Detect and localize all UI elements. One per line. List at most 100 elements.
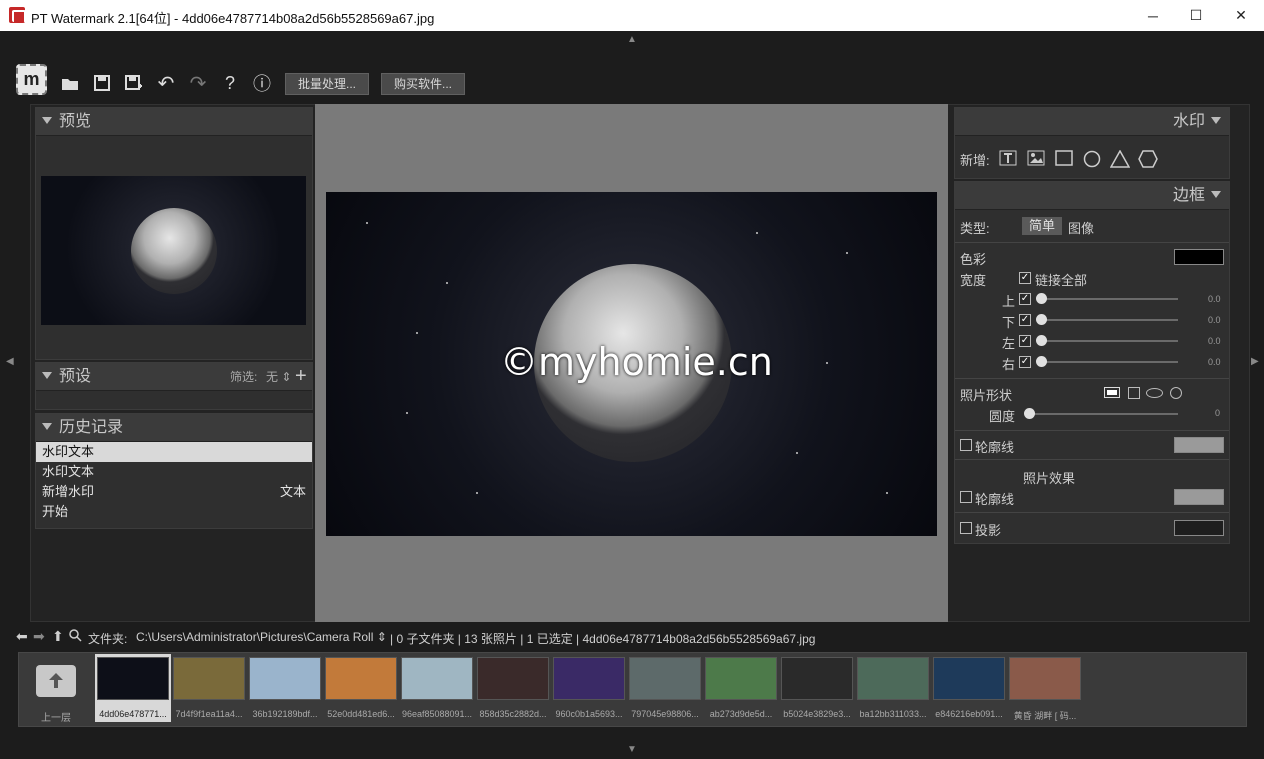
photo-thumbnail[interactable]: [629, 657, 701, 700]
border-type-label: 类型:: [960, 221, 990, 236]
photo-thumbnail[interactable]: [249, 657, 321, 700]
preview-thumbnail: [41, 176, 306, 325]
folder-info: | 0 子文件夹 | 13 张照片 | 1 已选定 | 4dd06e478771…: [390, 632, 816, 646]
photo-thumbnail[interactable]: [325, 657, 397, 700]
photo-thumbnail[interactable]: [781, 657, 853, 700]
photo-thumbnail[interactable]: [857, 657, 929, 700]
app-menu-logo[interactable]: m: [16, 64, 47, 95]
slider-handle[interactable]: [1036, 356, 1047, 367]
side-slider[interactable]: [1040, 298, 1178, 300]
photo-thumbnail[interactable]: [173, 657, 245, 700]
collapse-triangle-icon: [1211, 191, 1221, 198]
save-icon[interactable]: [91, 72, 113, 94]
save-as-icon[interactable]: [123, 72, 145, 94]
add-preset-icon[interactable]: +: [295, 362, 307, 390]
redo-icon[interactable]: ↷: [187, 72, 209, 95]
shape-circle-icon[interactable]: [1170, 387, 1182, 399]
photo-thumbnail[interactable]: [401, 657, 473, 700]
add-circle-icon[interactable]: [1082, 150, 1102, 168]
effect-outline-checkbox[interactable]: [960, 491, 972, 503]
photo-thumbnail[interactable]: [705, 657, 777, 700]
add-text-icon[interactable]: [998, 150, 1018, 168]
open-folder-icon[interactable]: [59, 72, 81, 94]
border-color-swatch[interactable]: [1174, 249, 1224, 265]
shadow-color-swatch[interactable]: [1174, 520, 1224, 536]
history-item[interactable]: 新增水印 文本: [36, 482, 312, 502]
thumbnail-label: 黄昏 湖畔 [ 码...: [1013, 711, 1077, 721]
effect-outline-color-swatch[interactable]: [1174, 489, 1224, 505]
history-panel-header[interactable]: 历史记录: [36, 414, 312, 442]
photo-thumbnail[interactable]: [1009, 657, 1081, 700]
preview-panel: 预览: [35, 107, 313, 360]
border-type-simple-button[interactable]: 简单: [1022, 217, 1062, 235]
side-label: 下: [1002, 315, 1016, 330]
parent-folder-icon[interactable]: [36, 665, 76, 697]
link-all-checkbox[interactable]: ✓: [1019, 272, 1031, 284]
photo-thumbnail[interactable]: [933, 657, 1005, 700]
history-item[interactable]: 开始: [36, 502, 312, 522]
filter-value: 无: [266, 370, 279, 384]
folder-path-select[interactable]: C:\Users\Administrator\Pictures\Camera R…: [136, 630, 387, 644]
side-slider[interactable]: [1040, 319, 1178, 321]
app-logo-icon: [9, 7, 26, 23]
outline-checkbox[interactable]: [960, 439, 972, 451]
collapse-left-arrow-icon[interactable]: ◀: [6, 356, 14, 367]
add-rectangle-icon[interactable]: [1054, 150, 1074, 168]
info-icon[interactable]: ⓘ: [251, 72, 273, 94]
border-panel-header[interactable]: 边框: [955, 182, 1229, 210]
buy-software-button[interactable]: 购买软件...: [381, 73, 466, 95]
side-checkbox[interactable]: ✓: [1019, 356, 1031, 368]
help-icon[interactable]: ?: [219, 72, 241, 94]
shadow-checkbox[interactable]: [960, 522, 972, 534]
photo-thumbnail[interactable]: [97, 657, 169, 700]
link-all-label: 链接全部: [1035, 273, 1088, 288]
presets-panel-header[interactable]: 预设 筛选: 无 ⇕ +: [36, 363, 312, 391]
roundness-slider[interactable]: [1030, 413, 1178, 415]
slider-handle[interactable]: [1024, 408, 1035, 419]
history-item[interactable]: 水印文本: [36, 462, 312, 482]
search-icon[interactable]: [69, 629, 82, 645]
undo-icon[interactable]: ↶: [155, 72, 177, 95]
side-checkbox[interactable]: ✓: [1019, 314, 1031, 326]
history-item-label: 水印文本: [42, 464, 95, 479]
history-item-type: 文本: [279, 484, 306, 499]
collapse-right-arrow-icon[interactable]: ▶: [1251, 356, 1259, 367]
maximize-button[interactable]: ☐: [1173, 0, 1219, 31]
add-triangle-icon[interactable]: [1109, 149, 1131, 168]
side-slider[interactable]: [1040, 361, 1178, 363]
shape-square-icon[interactable]: [1128, 387, 1140, 399]
history-item-label: 开始: [42, 504, 69, 519]
collapse-bottom-arrow-icon[interactable]: ▼: [627, 744, 637, 755]
slider-handle[interactable]: [1036, 314, 1047, 325]
batch-process-button[interactable]: 批量处理...: [285, 73, 370, 95]
photo-thumbnail[interactable]: [553, 657, 625, 700]
forward-arrow-icon[interactable]: ➡: [33, 628, 45, 645]
add-hexagon-icon[interactable]: [1138, 150, 1158, 168]
watermark-panel-header[interactable]: 水印: [955, 108, 1229, 136]
divider: [955, 378, 1229, 379]
watermark-text-overlay[interactable]: ©myhomie.cn: [500, 340, 773, 384]
side-value: 0.0: [1208, 336, 1221, 346]
border-type-image-button[interactable]: 图像: [1068, 218, 1094, 237]
photo-thumbnail[interactable]: [477, 657, 549, 700]
minimize-button[interactable]: ─: [1130, 0, 1176, 31]
side-slider[interactable]: [1040, 340, 1178, 342]
collapse-top-arrow-icon[interactable]: ▲: [627, 34, 637, 45]
shape-ellipse-icon[interactable]: [1146, 388, 1163, 398]
outline-color-swatch[interactable]: [1174, 437, 1224, 453]
thumbnail-label: 7d4f9f1ea11a4...: [175, 709, 243, 719]
preview-panel-header[interactable]: 预览: [36, 108, 312, 136]
side-checkbox[interactable]: ✓: [1019, 335, 1031, 347]
close-button[interactable]: ✕: [1218, 0, 1264, 31]
slider-handle[interactable]: [1036, 293, 1047, 304]
parent-folder-label: 上一层: [41, 713, 71, 724]
back-arrow-icon[interactable]: ⬅: [16, 628, 28, 645]
slider-handle[interactable]: [1036, 335, 1047, 346]
history-item[interactable]: 水印文本: [36, 442, 312, 462]
side-checkbox[interactable]: ✓: [1019, 293, 1031, 305]
add-image-icon[interactable]: [1026, 150, 1046, 168]
filter-select[interactable]: 无 ⇕: [266, 363, 291, 391]
up-arrow-icon[interactable]: ⬆: [52, 628, 64, 645]
thumbnail-label: 797045e98806...: [631, 709, 699, 719]
shape-rounded-rect-icon[interactable]: [1104, 387, 1120, 398]
